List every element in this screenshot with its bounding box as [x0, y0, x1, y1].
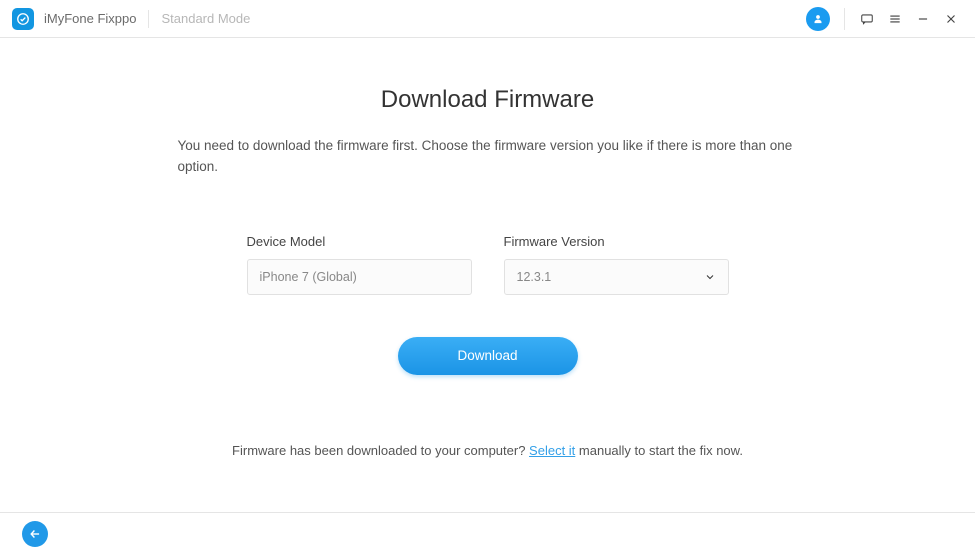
main-content: Download Firmware You need to download t… [0, 38, 975, 512]
footer-bar [0, 512, 975, 554]
firmware-version-label: Firmware Version [504, 234, 729, 249]
device-model-field: Device Model [247, 234, 472, 295]
instructions-text: You need to download the firmware first.… [178, 136, 798, 178]
app-logo-icon [12, 8, 34, 30]
minimize-icon[interactable] [909, 5, 937, 33]
titlebar: iMyFone Fixppo Standard Mode [0, 0, 975, 38]
firmware-version-select[interactable]: 12.3.1 [504, 259, 729, 295]
titlebar-divider [844, 8, 845, 30]
download-button[interactable]: Download [398, 337, 578, 375]
arrow-left-icon [28, 527, 42, 541]
manual-select-hint: Firmware has been downloaded to your com… [40, 443, 935, 458]
select-it-link[interactable]: Select it [529, 443, 575, 458]
device-model-input[interactable] [247, 259, 472, 295]
feedback-icon[interactable] [853, 5, 881, 33]
firmware-version-field: Firmware Version 12.3.1 [504, 234, 729, 295]
hint-suffix: manually to start the fix now. [575, 443, 743, 458]
page-title: Download Firmware [40, 86, 935, 114]
mode-label: Standard Mode [148, 10, 250, 28]
chevron-down-icon [704, 271, 716, 283]
menu-icon[interactable] [881, 5, 909, 33]
firmware-version-value: 12.3.1 [517, 270, 552, 284]
device-model-label: Device Model [247, 234, 472, 249]
fields-row: Device Model Firmware Version 12.3.1 [40, 234, 935, 295]
user-icon[interactable] [806, 7, 830, 31]
app-name: iMyFone Fixppo [44, 11, 136, 26]
close-icon[interactable] [937, 5, 965, 33]
back-button[interactable] [22, 521, 48, 547]
hint-prefix: Firmware has been downloaded to your com… [232, 443, 529, 458]
